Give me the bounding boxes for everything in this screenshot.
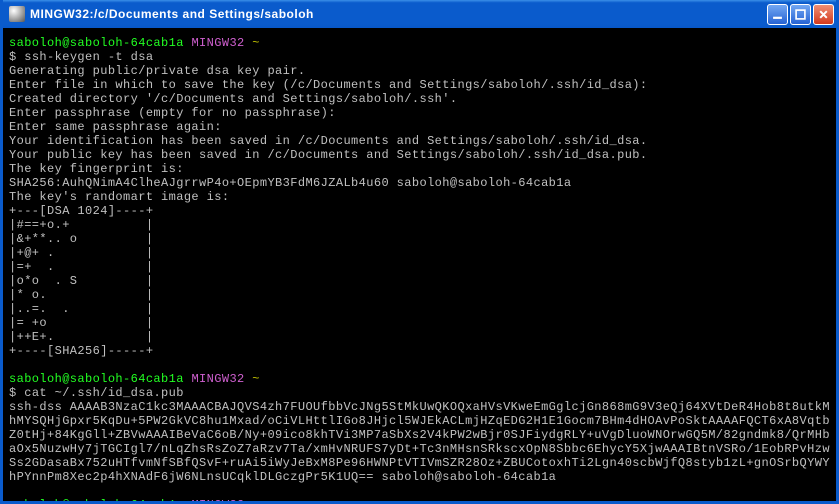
- output-line: Created directory '/c/Documents and Sett…: [9, 92, 830, 106]
- output-line: Enter passphrase (empty for no passphras…: [9, 106, 830, 120]
- prompt-line: saboloh@saboloh-64cab1a MINGW32 ~: [9, 498, 830, 501]
- app-window: MINGW32:/c/Documents and Settings/sabolo…: [0, 0, 839, 504]
- output-line: Your public key has been saved in /c/Doc…: [9, 148, 830, 162]
- prompt-user: saboloh@saboloh-64cab1a: [9, 36, 184, 50]
- maximize-icon: [795, 9, 806, 20]
- minimize-icon: [772, 9, 783, 20]
- pubkey-output: ssh-dss AAAAB3NzaC1kc3MAAACBAJQVS4zh7FUO…: [9, 400, 830, 484]
- blank-line: [9, 484, 830, 498]
- terminal-area[interactable]: saboloh@saboloh-64cab1a MINGW32 ~$ ssh-k…: [3, 28, 836, 501]
- prompt-sigil: $: [9, 50, 17, 64]
- output-line: |+@+ . |: [9, 246, 830, 260]
- output-line: |..=. . |: [9, 302, 830, 316]
- prompt-line: saboloh@saboloh-64cab1a MINGW32 ~: [9, 372, 830, 386]
- output-line: |++E+. |: [9, 330, 830, 344]
- output-line: Enter same passphrase again:: [9, 120, 830, 134]
- command-line: $ ssh-keygen -t dsa: [9, 50, 830, 64]
- output-block-1: Generating public/private dsa key pair.E…: [9, 64, 830, 358]
- output-line: |= +o |: [9, 316, 830, 330]
- output-line: Generating public/private dsa key pair.: [9, 64, 830, 78]
- minimize-button[interactable]: [767, 4, 788, 25]
- window-controls: [767, 4, 834, 25]
- output-line: Your identification has been saved in /c…: [9, 134, 830, 148]
- prompt-user: saboloh@saboloh-64cab1a: [9, 498, 184, 501]
- output-line: The key's randomart image is:: [9, 190, 830, 204]
- titlebar[interactable]: MINGW32:/c/Documents and Settings/sabolo…: [3, 0, 836, 28]
- output-line: +---[DSA 1024]----+: [9, 204, 830, 218]
- prompt-cwd: ~: [252, 372, 260, 386]
- prompt-system: MINGW32: [191, 372, 244, 386]
- output-line: The key fingerprint is:: [9, 162, 830, 176]
- output-line: |#==+o.+ |: [9, 218, 830, 232]
- prompt-line: saboloh@saboloh-64cab1a MINGW32 ~: [9, 36, 830, 50]
- prompt-system: MINGW32: [191, 498, 244, 501]
- command-line: $ cat ~/.ssh/id_dsa.pub: [9, 386, 830, 400]
- output-line: +----[SHA256]-----+: [9, 344, 830, 358]
- maximize-button[interactable]: [790, 4, 811, 25]
- close-icon: [818, 9, 829, 20]
- output-line: |o*o . S |: [9, 274, 830, 288]
- output-line: |* o. |: [9, 288, 830, 302]
- close-button[interactable]: [813, 4, 834, 25]
- output-line: SHA256:AuhQNimA4ClheAJgrrwP4o+OEpmYB3FdM…: [9, 176, 830, 190]
- command-text: ssh-keygen -t dsa: [24, 50, 153, 64]
- prompt-cwd: ~: [252, 498, 260, 501]
- prompt-user: saboloh@saboloh-64cab1a: [9, 372, 184, 386]
- window-title: MINGW32:/c/Documents and Settings/sabolo…: [30, 7, 767, 21]
- command-text: cat ~/.ssh/id_dsa.pub: [24, 386, 184, 400]
- prompt-sigil: $: [9, 386, 17, 400]
- output-line: |&+**.. o |: [9, 232, 830, 246]
- app-icon: [9, 6, 25, 22]
- blank-line: [9, 358, 830, 372]
- output-line: |=+ . |: [9, 260, 830, 274]
- prompt-system: MINGW32: [191, 36, 244, 50]
- output-line: Enter file in which to save the key (/c/…: [9, 78, 830, 92]
- prompt-cwd: ~: [252, 36, 260, 50]
